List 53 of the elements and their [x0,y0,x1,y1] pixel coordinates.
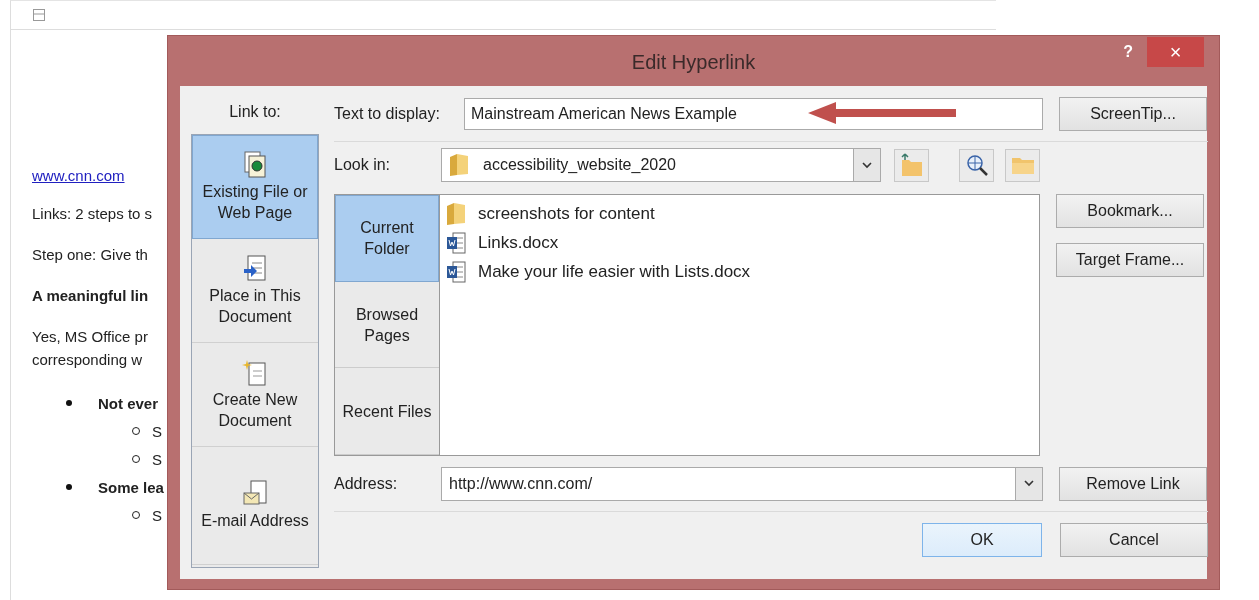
field-label: Address: [334,474,399,493]
web-search-button[interactable] [959,148,994,182]
link-type-item[interactable]: Existing File or Web Page [192,135,318,239]
word-document-icon [446,231,466,254]
paragraph: Step one: Give th [32,245,148,265]
folder-up-icon [899,152,924,178]
screentip-button[interactable]: ScreenTip... [1059,97,1207,131]
email-document-icon [242,480,268,508]
address-field[interactable]: http://www.cnn.com/ [441,466,1043,501]
up-folder-button[interactable] [894,148,929,182]
layout-icon [33,9,45,21]
bullet-icon [66,484,72,490]
link-type-item[interactable]: Place in This Document [192,239,318,343]
browse-tab[interactable]: Recent Files [335,368,439,455]
window-title: Edit Hyperlink [631,50,756,74]
target-frame-button[interactable]: Target Frame... [1056,243,1204,277]
link-type-item[interactable]: E-mail Address [192,447,318,565]
link-to-label: Link to: [229,103,281,122]
link-type-item[interactable]: Create New Document [192,343,318,447]
browse-tab[interactable]: Current Folder [335,195,439,282]
list-item: Some lea [98,478,164,496]
bullet-icon [66,400,72,406]
file-item[interactable]: Make your life easier with Lists.docx [478,261,751,282]
dropdown-caret-icon [853,149,880,181]
list-item: S [152,450,162,468]
close-button[interactable]: × [1147,37,1204,67]
word-document-icon [446,260,466,283]
field-label: Text to display: [334,105,441,123]
help-button[interactable]: ? [1117,42,1139,62]
dropdown-caret-icon [1015,467,1042,500]
field-label: Look in: [334,156,392,174]
look-in-dropdown[interactable]: accessibility_website_2020 [441,148,881,182]
folder-icon [449,153,469,177]
list-item: Not ever [98,394,159,412]
globe-search-icon [964,153,989,177]
file-globe-icon [242,151,268,179]
file-item[interactable]: screenshots for content [478,203,655,224]
hyperlink[interactable]: www.cnn.com [32,167,125,184]
file-item[interactable]: Links.docx [478,232,559,253]
list-item: S [152,506,162,524]
bookmark-button[interactable]: Bookmark... [1056,194,1204,228]
paragraph: A meaningful lin [32,286,149,306]
folder-button[interactable] [1005,148,1040,182]
folder-icon [446,201,466,226]
browse-tab[interactable]: Browsed Pages [335,281,439,369]
cancel-button[interactable]: Cancel [1060,523,1208,557]
list-item: S [152,422,162,440]
ok-button[interactable]: OK [922,523,1042,557]
document-arrow-icon [242,254,268,283]
text-to-display-field[interactable]: Mainstream American News Example [464,98,1043,130]
paragraph: Yes, MS Office pr corresponding w [32,327,148,370]
paragraph: Links: 2 steps to s [32,204,153,224]
remove-link-button[interactable]: Remove Link [1059,466,1207,501]
